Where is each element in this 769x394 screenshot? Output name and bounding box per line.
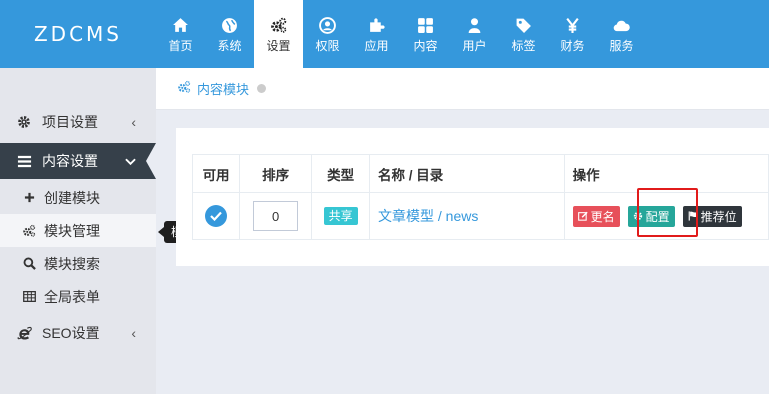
- sidebar-subitem-label: 创建模块: [44, 189, 100, 206]
- user-circle-icon: [319, 16, 336, 36]
- nav-permissions[interactable]: 权限: [303, 0, 352, 68]
- sidebar-item-project-settings[interactable]: 项目设置 ‹: [0, 104, 156, 140]
- main-nav: 首页 系统 设置 权限 应用 内容 用户 标签 财务 服务: [156, 0, 646, 68]
- puzzle-icon: [368, 16, 385, 36]
- nav-settings[interactable]: 设置: [254, 0, 303, 68]
- nav-settings-label: 设置: [266, 38, 291, 53]
- internet-explorer-icon: [16, 325, 32, 341]
- chevron-left-icon: ‹: [131, 325, 136, 341]
- breadcrumb-dot: [257, 84, 267, 93]
- gear-icon: [16, 114, 32, 130]
- rename-label: 更名: [590, 209, 615, 224]
- sidebar-item-label: 内容设置: [42, 153, 98, 169]
- nav-content[interactable]: 内容: [401, 0, 450, 68]
- sidebar-item-seo-settings[interactable]: SEO设置 ‹: [0, 315, 156, 351]
- nav-finance-label: 财务: [560, 38, 585, 53]
- sidebar-item-label: SEO设置: [42, 325, 100, 341]
- cogs-icon: [22, 224, 36, 238]
- chevron-down-icon: [125, 153, 136, 169]
- nav-services-label: 服务: [609, 38, 634, 53]
- yen-icon: [564, 16, 581, 36]
- chevron-left-icon: ‹: [131, 114, 136, 130]
- sidebar-item-label: 项目设置: [42, 114, 98, 130]
- top-bar: ZDCMS 首页 系统 设置 权限 应用 内容 用户 标签 财务 服务: [0, 0, 769, 68]
- bars-icon: [16, 153, 32, 169]
- user-icon: [466, 16, 483, 36]
- nav-permissions-label: 权限: [315, 38, 340, 53]
- nav-home[interactable]: 首页: [156, 0, 205, 68]
- sidebar: 项目设置 ‹ 内容设置 创建模块 模块管理 模块搜索 全局表单 SEO设置 ‹: [0, 68, 156, 394]
- nav-home-label: 首页: [168, 38, 193, 53]
- home-icon: [172, 16, 189, 36]
- check-icon: [210, 211, 222, 221]
- recommend-position-label: 推荐位: [700, 209, 737, 224]
- nav-services[interactable]: 服务: [597, 0, 646, 68]
- breadcrumb-link[interactable]: 内容模块: [197, 79, 249, 98]
- app-logo[interactable]: ZDCMS: [0, 0, 156, 68]
- sidebar-subitem-label: 模块管理: [44, 222, 100, 239]
- cell-name: 文章模型 / news: [368, 192, 565, 240]
- enabled-toggle[interactable]: [205, 205, 228, 227]
- nav-content-label: 内容: [413, 38, 438, 53]
- sidebar-item-content-settings[interactable]: 内容设置: [0, 143, 156, 179]
- grid-icon: [417, 16, 434, 36]
- nav-system-label: 系统: [217, 38, 242, 53]
- cell-type: 共享: [311, 192, 370, 240]
- table-icon: [22, 290, 36, 304]
- col-actions: 操作: [563, 154, 769, 193]
- col-order: 排序: [239, 154, 313, 193]
- cogs-icon: [177, 80, 191, 97]
- col-name: 名称 / 目录: [368, 154, 565, 193]
- cell-enabled: [191, 192, 241, 240]
- nav-tags-label: 标签: [511, 38, 536, 53]
- globe-icon: [221, 16, 238, 36]
- nav-apps-label: 应用: [364, 38, 389, 53]
- sidebar-subitem-global-forms[interactable]: 全局表单: [0, 280, 156, 313]
- search-icon: [22, 257, 36, 271]
- active-indicator-arrow: [146, 143, 156, 179]
- col-type: 类型: [311, 154, 370, 193]
- nav-finance[interactable]: 财务: [548, 0, 597, 68]
- cell-order: [239, 192, 313, 240]
- col-enabled: 可用: [191, 154, 241, 193]
- nav-users-label: 用户: [462, 38, 487, 53]
- sidebar-subitem-label: 全局表单: [44, 288, 100, 305]
- tag-icon: [515, 16, 532, 36]
- plus-icon: [22, 191, 36, 205]
- edit-icon: [577, 211, 588, 221]
- order-input[interactable]: [253, 201, 299, 231]
- sidebar-subitem-module-management[interactable]: 模块管理: [0, 214, 156, 247]
- sidebar-subitem-label: 模块搜索: [44, 255, 100, 272]
- nav-users[interactable]: 用户: [450, 0, 499, 68]
- rename-button[interactable]: 更名: [572, 205, 620, 227]
- cogs-icon: [270, 16, 287, 36]
- nav-tags[interactable]: 标签: [499, 0, 548, 68]
- cloud-icon: [613, 16, 630, 36]
- type-badge: 共享: [323, 207, 358, 225]
- table-header-row: 可用 排序 类型 名称 / 目录 操作: [191, 154, 769, 193]
- nav-system[interactable]: 系统: [205, 0, 254, 68]
- highlight-box: [637, 188, 698, 237]
- nav-apps[interactable]: 应用: [352, 0, 401, 68]
- sidebar-subitem-module-search[interactable]: 模块搜索: [0, 247, 156, 280]
- breadcrumb: 内容模块: [156, 68, 769, 110]
- sidebar-subitem-create-module[interactable]: 创建模块: [0, 181, 156, 214]
- module-name-link[interactable]: 文章模型 / news: [378, 208, 478, 224]
